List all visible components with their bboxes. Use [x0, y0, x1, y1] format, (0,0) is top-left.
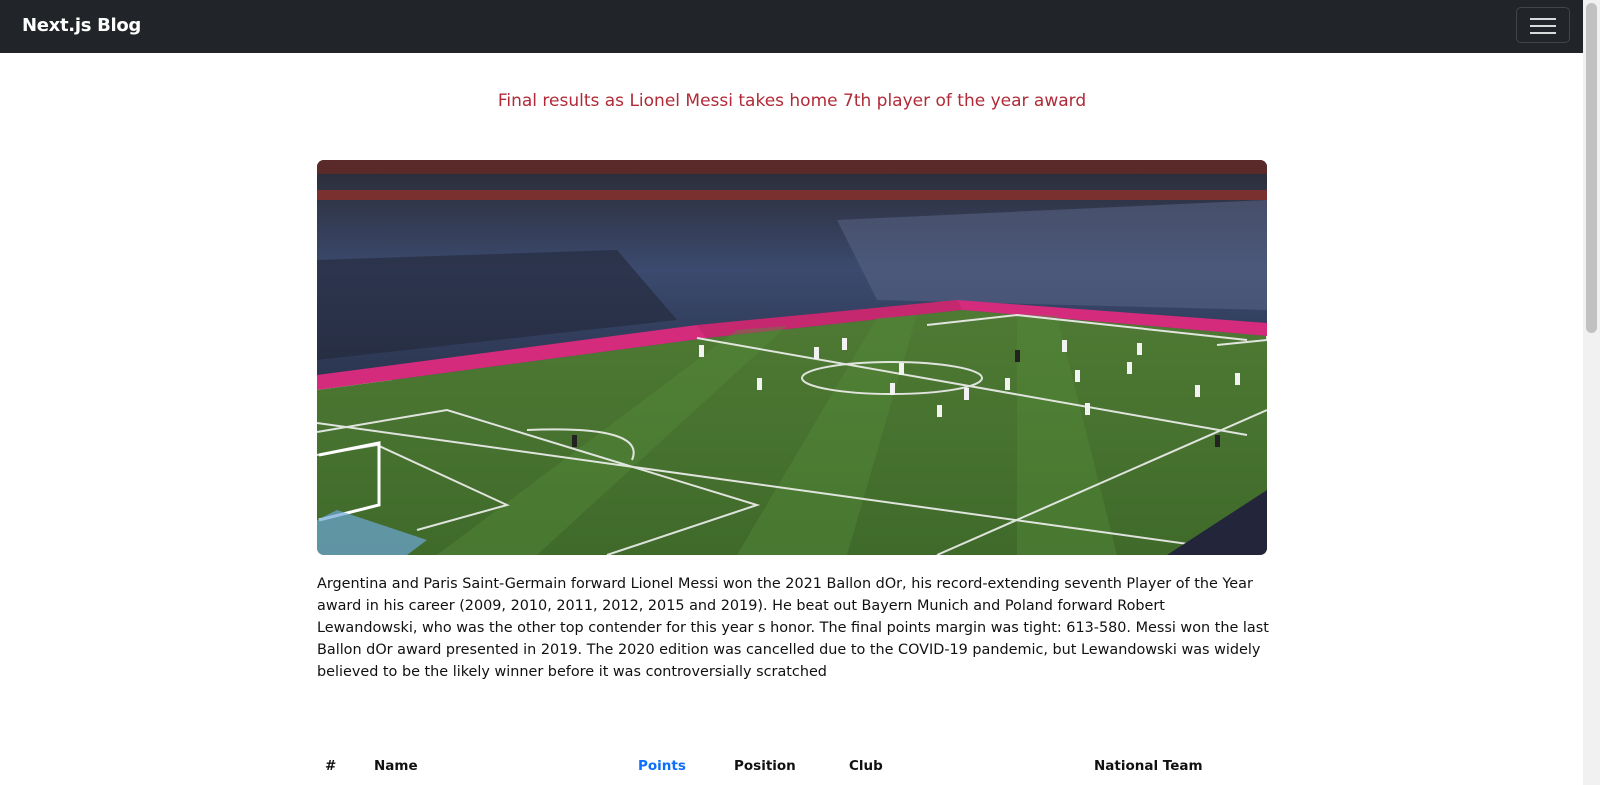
hero-image: [317, 160, 1267, 555]
column-header-rank[interactable]: #: [325, 758, 336, 774]
hamburger-icon: [1530, 32, 1556, 34]
scrollbar-thumb[interactable]: [1586, 3, 1597, 333]
navbar-toggle-button[interactable]: [1516, 7, 1570, 43]
column-header-club[interactable]: Club: [849, 758, 883, 774]
stadium-photo: [317, 160, 1267, 555]
brand-link[interactable]: Next.js Blog: [22, 15, 141, 36]
column-header-name[interactable]: Name: [374, 758, 418, 774]
column-header-points[interactable]: Points: [638, 758, 686, 774]
column-header-position[interactable]: Position: [734, 758, 796, 774]
hamburger-icon: [1530, 18, 1556, 20]
vertical-scrollbar[interactable]: [1583, 0, 1600, 785]
hamburger-icon: [1530, 25, 1556, 27]
column-header-national-team[interactable]: National Team: [1094, 758, 1203, 774]
article-title: Final results as Lionel Messi takes home…: [497, 91, 1087, 111]
navbar: Next.js Blog: [0, 0, 1583, 53]
article-body: Argentina and Paris Saint-Germain forwar…: [317, 576, 1269, 680]
